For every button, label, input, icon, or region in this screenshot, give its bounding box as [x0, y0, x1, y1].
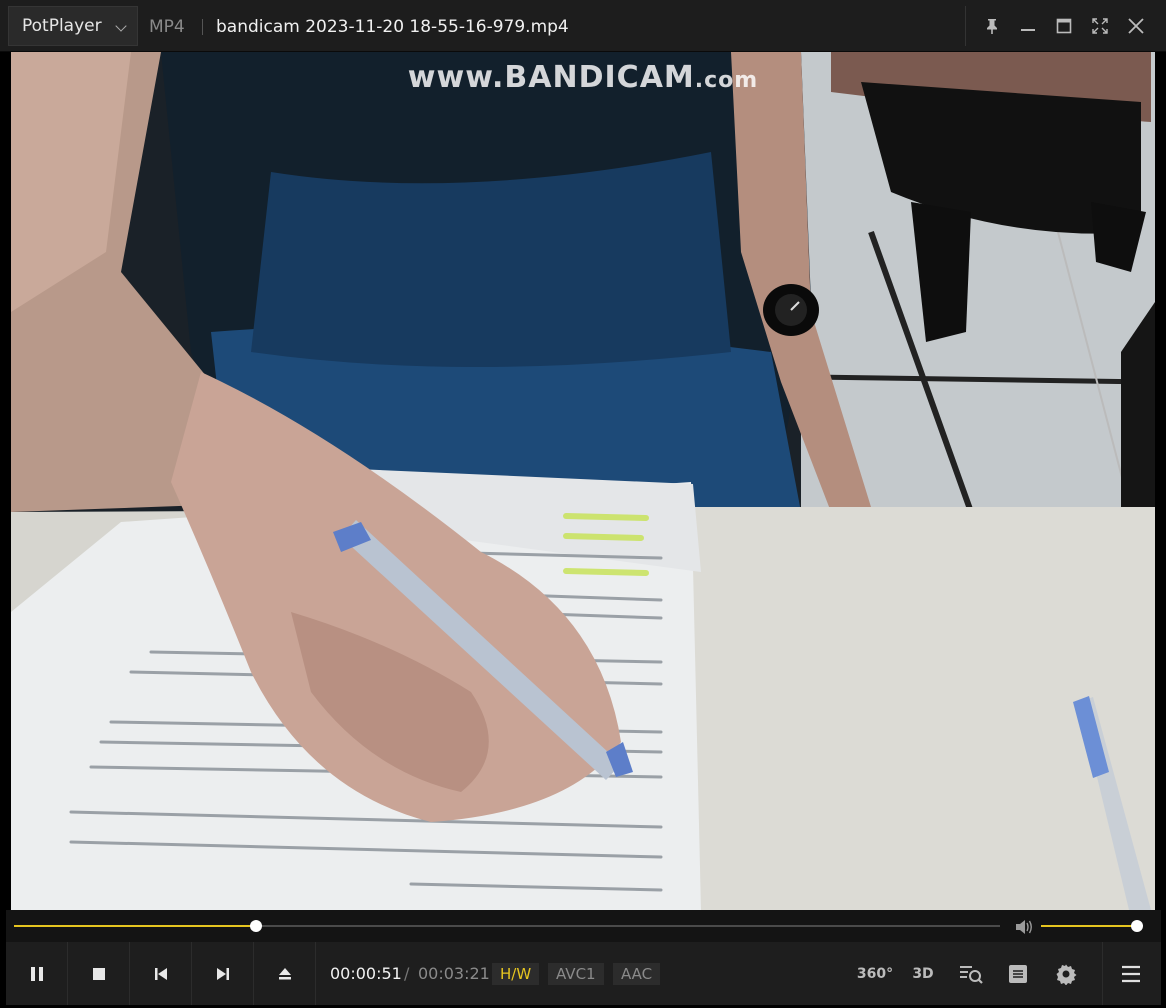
open-file-button[interactable]	[254, 942, 316, 1005]
menu-divider	[1102, 942, 1103, 1005]
skip-previous-icon	[154, 967, 167, 980]
next-button[interactable]	[192, 942, 254, 1005]
chevron-down-icon	[115, 20, 127, 32]
app-menu-button[interactable]: PotPlayer	[8, 6, 138, 46]
vr-360-button[interactable]: 360°	[856, 957, 894, 991]
video-codec-badge[interactable]: AVC1	[548, 963, 604, 985]
close-icon	[1128, 18, 1144, 34]
skip-next-icon	[216, 967, 229, 980]
seek-bar[interactable]	[14, 920, 1000, 932]
title-divider	[202, 19, 203, 35]
control-bar: 00:00:51 / 00:03:21 H/W AVC1 AAC 360° 3D	[6, 942, 1161, 1005]
current-time[interactable]: 00:00:51	[330, 964, 402, 983]
format-label: MP4	[149, 17, 185, 37]
minimize-icon	[1021, 29, 1035, 31]
seek-handle[interactable]	[249, 920, 262, 932]
playlist-button[interactable]	[1001, 957, 1035, 991]
gear-icon	[1056, 964, 1077, 985]
file-name: bandicam 2023-11-20 18-55-16-979.mp4	[216, 17, 569, 37]
stop-icon	[92, 967, 105, 980]
3d-icon: 3D	[912, 966, 934, 982]
audio-codec-badge[interactable]: AAC	[613, 963, 661, 985]
volume-level	[1041, 925, 1137, 927]
maximize-button[interactable]	[1046, 6, 1082, 46]
pause-button[interactable]	[6, 942, 68, 1005]
stop-button[interactable]	[68, 942, 130, 1005]
seek-progress	[14, 925, 256, 927]
close-button[interactable]	[1118, 6, 1154, 46]
watermark-suffix: .com	[694, 68, 759, 93]
hw-decoder-badge[interactable]: H/W	[492, 963, 540, 985]
main-menu-button[interactable]	[1114, 957, 1148, 991]
pause-icon	[30, 966, 43, 981]
time-separator: /	[404, 964, 410, 983]
previous-button[interactable]	[130, 942, 192, 1005]
vr-360-icon: 360°	[856, 966, 894, 982]
3d-button[interactable]: 3D	[906, 957, 940, 991]
volume-handle[interactable]	[1131, 920, 1143, 932]
volume-bar[interactable]	[1041, 920, 1143, 932]
eject-icon	[278, 967, 291, 979]
hamburger-menu-icon	[1122, 965, 1140, 983]
pin-icon	[987, 19, 997, 34]
maximize-icon	[1056, 18, 1072, 34]
list-search-icon	[960, 966, 983, 984]
window-controls	[965, 6, 1159, 46]
pin-button[interactable]	[974, 6, 1010, 46]
watermark-main: www.BANDICAM	[407, 60, 695, 95]
playlist-search-button[interactable]	[954, 957, 988, 991]
fullscreen-icon	[1092, 18, 1108, 34]
settings-button[interactable]	[1049, 957, 1083, 991]
mute-button[interactable]	[1014, 918, 1034, 940]
total-time[interactable]: 00:03:21	[418, 964, 490, 983]
app-name: PotPlayer	[22, 16, 102, 36]
video-area[interactable]: www.BANDICAM.com	[11, 52, 1155, 910]
bandicam-watermark: www.BANDICAM.com	[363, 60, 803, 95]
minimize-button[interactable]	[1010, 6, 1046, 46]
playlist-icon	[1009, 965, 1027, 983]
fullscreen-button[interactable]	[1082, 6, 1118, 46]
title-bar: PotPlayer MP4 bandicam 2023-11-20 18-55-…	[0, 0, 1166, 52]
video-frame	[11, 52, 1155, 910]
volume-icon	[1016, 920, 1032, 934]
seek-area	[6, 910, 1161, 942]
